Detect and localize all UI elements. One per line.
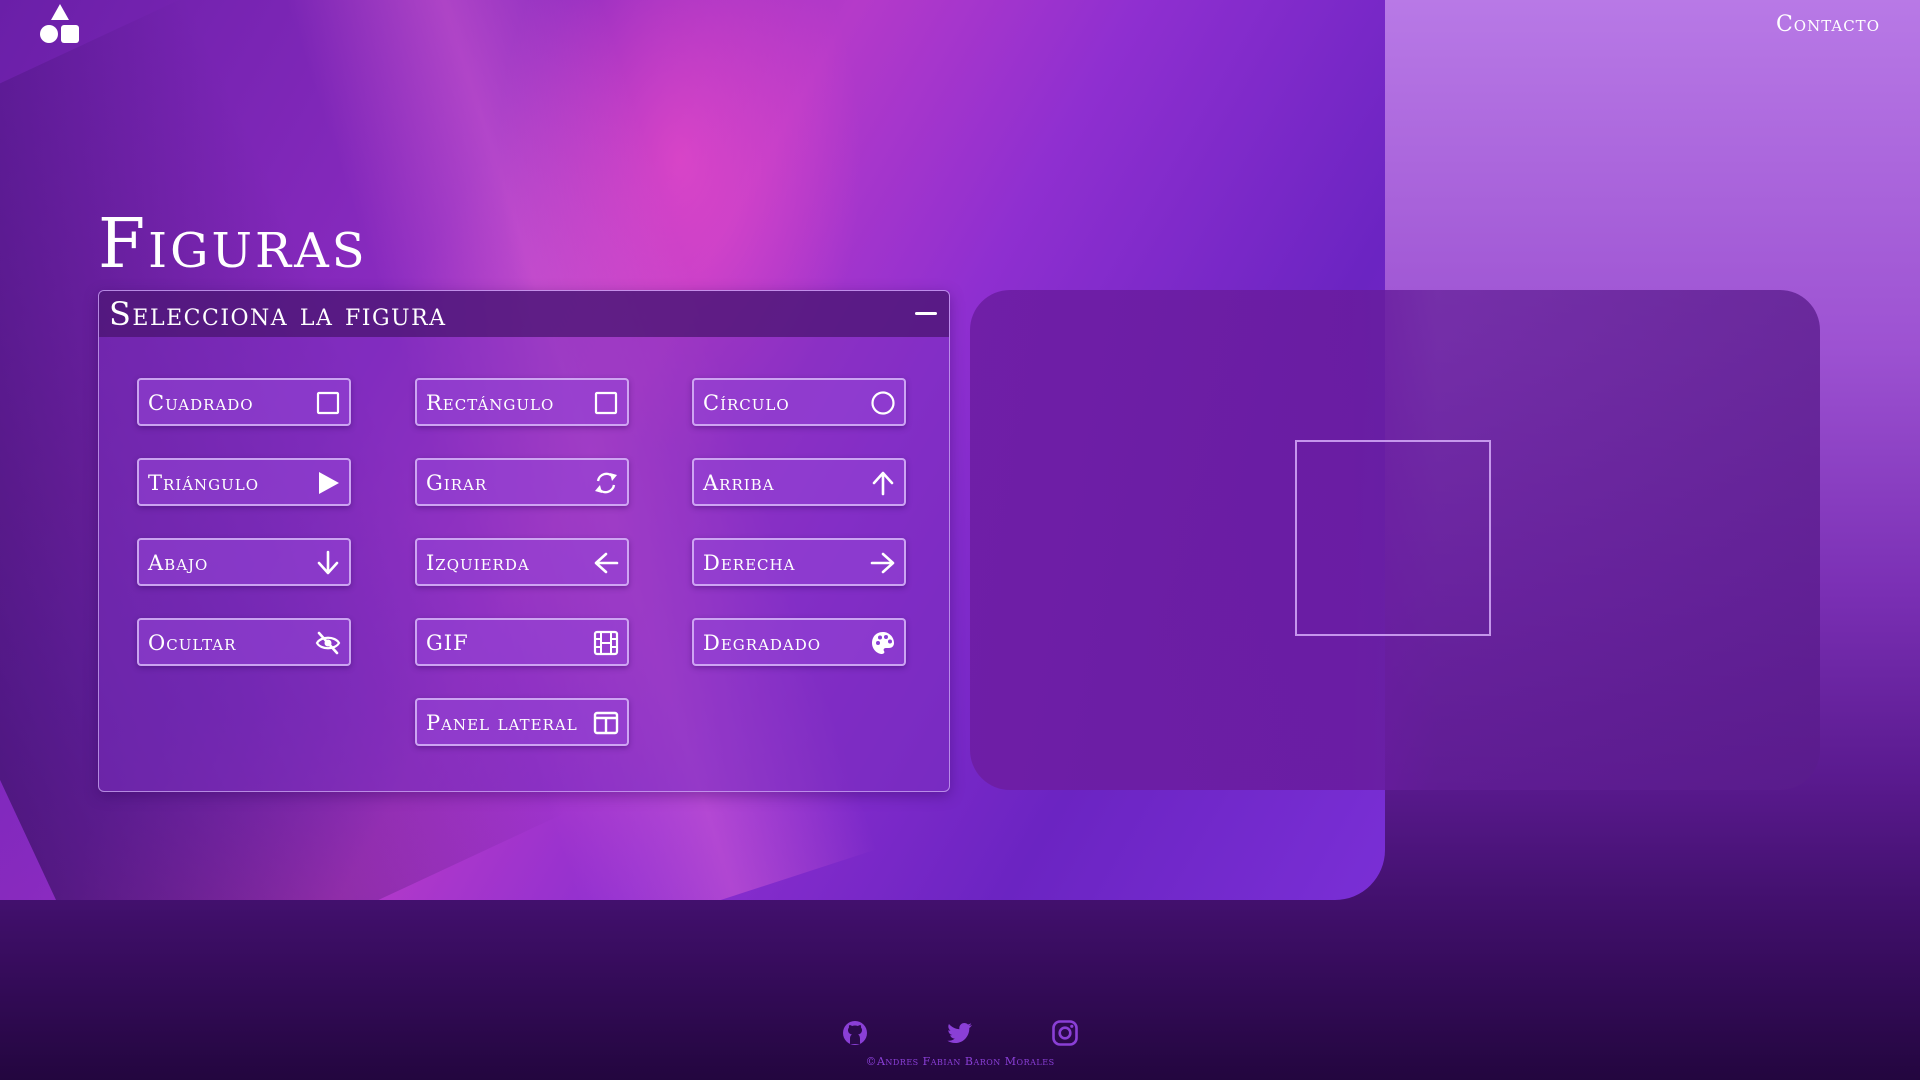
button-label: Degradado	[703, 631, 822, 655]
button-label: Izquierda	[426, 551, 530, 575]
circle-button[interactable]: Círculo	[692, 378, 906, 426]
button-label: Girar	[426, 471, 488, 495]
square-icon	[315, 390, 341, 416]
circle-icon	[870, 390, 896, 416]
move-right-button[interactable]: Derecha	[692, 538, 906, 586]
panel-title: Selecciona la figura	[109, 295, 447, 333]
play-icon	[315, 470, 341, 496]
button-label: Arriba	[703, 471, 775, 495]
square-icon	[593, 390, 619, 416]
gif-button[interactable]: GIF	[415, 618, 629, 666]
button-label: Rectángulo	[426, 391, 555, 415]
button-label: Ocultar	[148, 631, 237, 655]
shapes-logo-icon[interactable]	[38, 4, 82, 46]
page-title: Figuras	[98, 205, 368, 284]
arrow-up-icon	[870, 470, 896, 496]
move-up-button[interactable]: Arriba	[692, 458, 906, 506]
button-label: Panel lateral	[426, 711, 578, 735]
minus-icon[interactable]	[913, 303, 939, 323]
rotate-icon	[593, 470, 619, 496]
move-left-button[interactable]: Izquierda	[415, 538, 629, 586]
shape-selector-panel: Selecciona la figura Cuadrado Rectángulo…	[98, 290, 950, 792]
arrow-down-icon	[315, 550, 341, 576]
button-label: Derecha	[703, 551, 796, 575]
footer-credit: ©Andres Fabian Baron Morales	[865, 1055, 1055, 1068]
shape-preview-area	[970, 290, 1820, 790]
rectangle-button[interactable]: Rectángulo	[415, 378, 629, 426]
contact-link[interactable]: Contacto	[1776, 12, 1880, 37]
panel-header: Selecciona la figura	[99, 291, 949, 337]
button-label: Abajo	[148, 551, 209, 575]
preview-square-shape[interactable]	[1295, 440, 1491, 636]
move-down-button[interactable]: Abajo	[137, 538, 351, 586]
arrow-left-icon	[593, 550, 619, 576]
button-label: Cuadrado	[148, 391, 254, 415]
triangle-button[interactable]: Triángulo	[137, 458, 351, 506]
gradient-button[interactable]: Degradado	[692, 618, 906, 666]
square-button[interactable]: Cuadrado	[137, 378, 351, 426]
sidebar-icon	[593, 710, 619, 736]
twitter-icon[interactable]	[945, 1018, 975, 1048]
button-label: Círculo	[703, 391, 790, 415]
hide-button[interactable]: Ocultar	[137, 618, 351, 666]
button-label: Triángulo	[148, 471, 260, 495]
palette-icon	[870, 630, 896, 656]
arrow-right-icon	[870, 550, 896, 576]
github-icon[interactable]	[840, 1018, 870, 1048]
eye-slash-icon	[315, 630, 341, 656]
rotate-button[interactable]: Girar	[415, 458, 629, 506]
side-panel-button[interactable]: Panel lateral	[415, 698, 629, 746]
button-label: GIF	[426, 631, 469, 655]
film-icon	[593, 630, 619, 656]
instagram-icon[interactable]	[1050, 1018, 1080, 1048]
